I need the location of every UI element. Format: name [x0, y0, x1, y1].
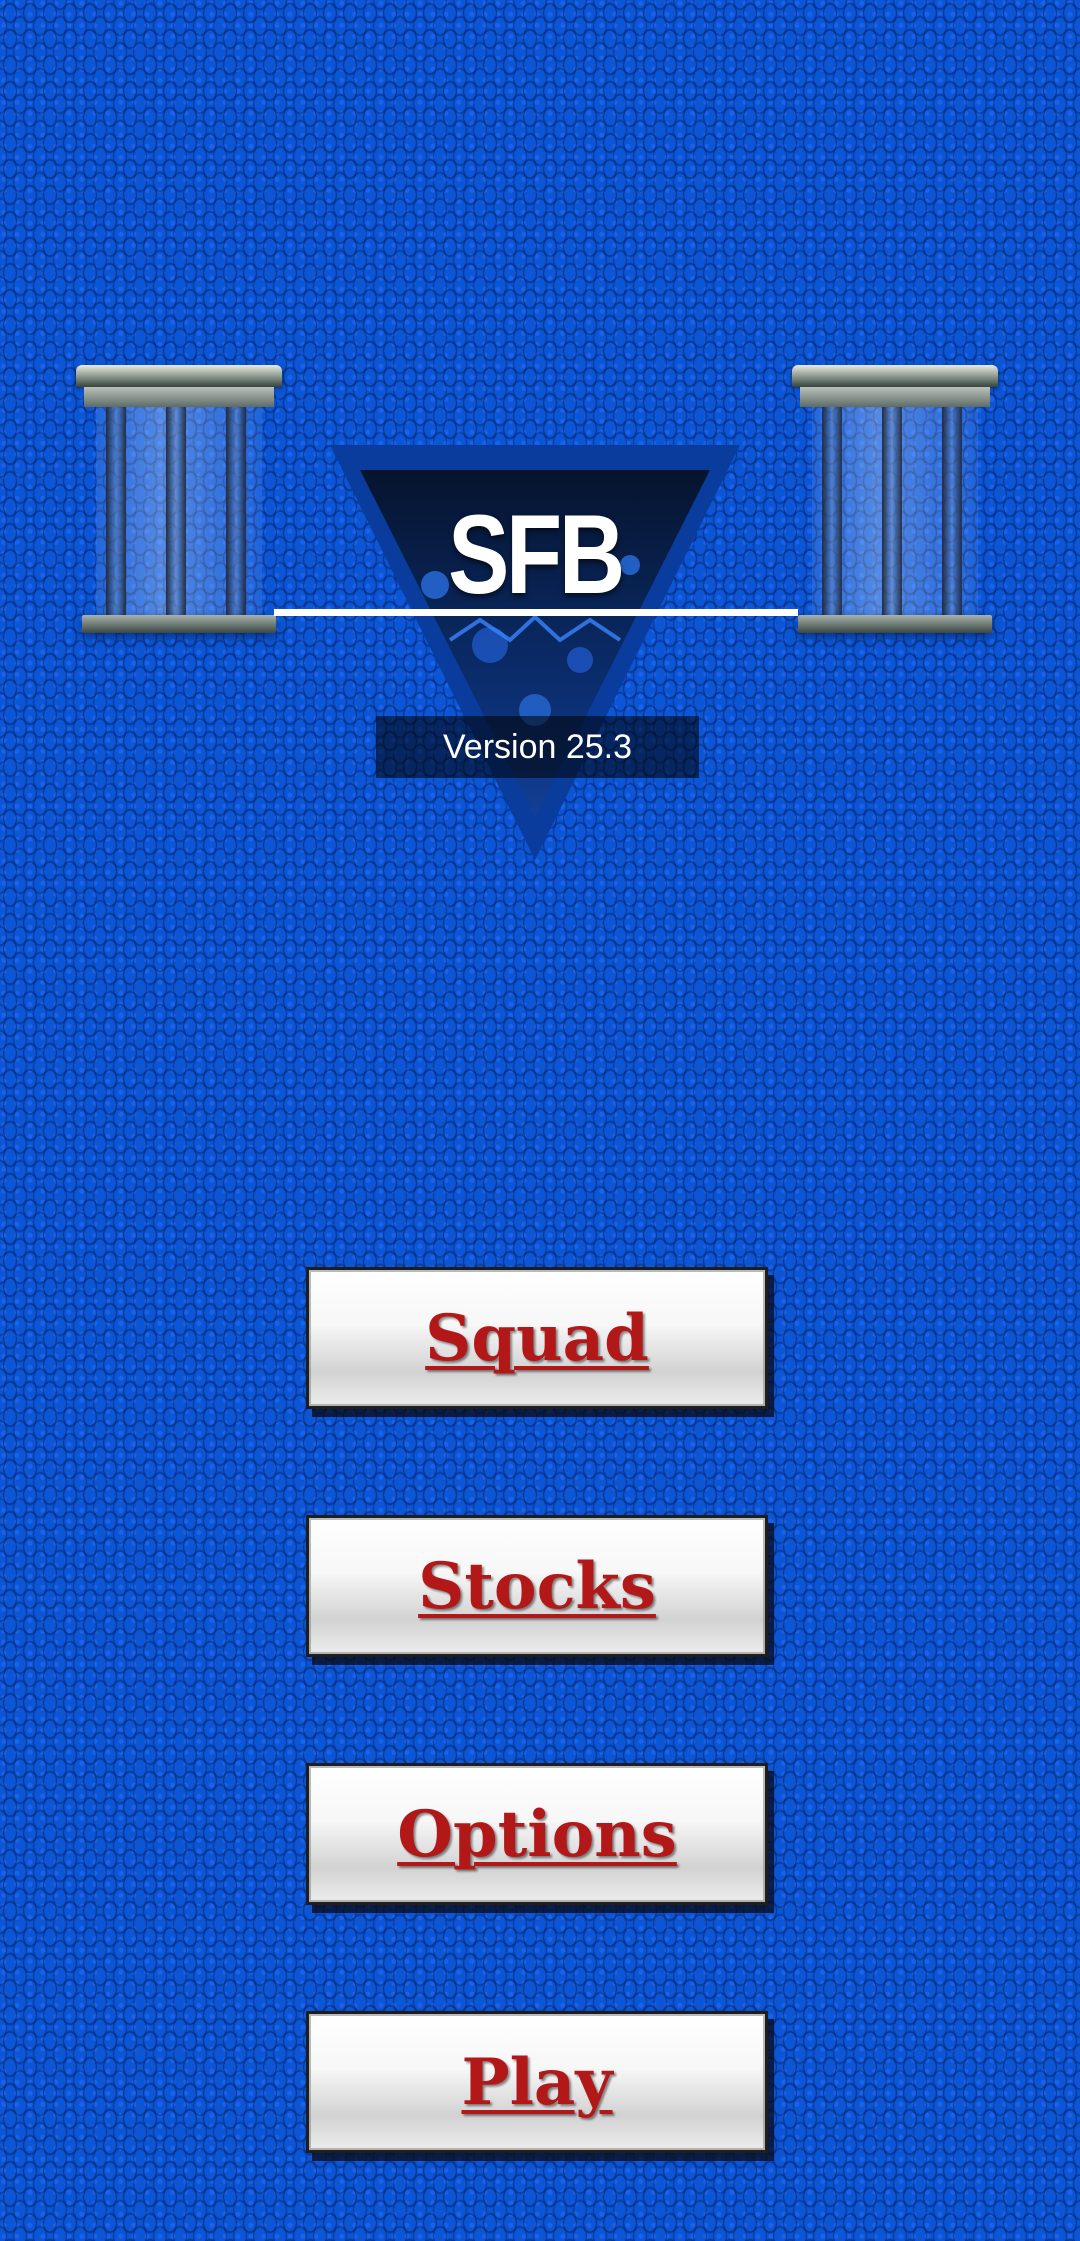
stocks-button[interactable]: Stocks — [306, 1515, 768, 1657]
squad-button[interactable]: Squad — [306, 1267, 768, 1409]
pillar-left-icon — [76, 365, 282, 635]
logo-divider — [274, 609, 798, 616]
logo-title: SFB — [448, 492, 625, 617]
options-button-label: Options — [397, 1797, 677, 1872]
options-button[interactable]: Options — [306, 1763, 768, 1905]
play-button-label: Play — [461, 2045, 613, 2120]
version-label: Version 25.3 — [376, 716, 699, 778]
play-button[interactable]: Play — [306, 2011, 768, 2153]
stocks-button-label: Stocks — [418, 1549, 656, 1624]
game-logo: SFB — [330, 445, 740, 860]
pillar-right-icon — [792, 365, 998, 635]
squad-button-label: Squad — [425, 1301, 649, 1376]
